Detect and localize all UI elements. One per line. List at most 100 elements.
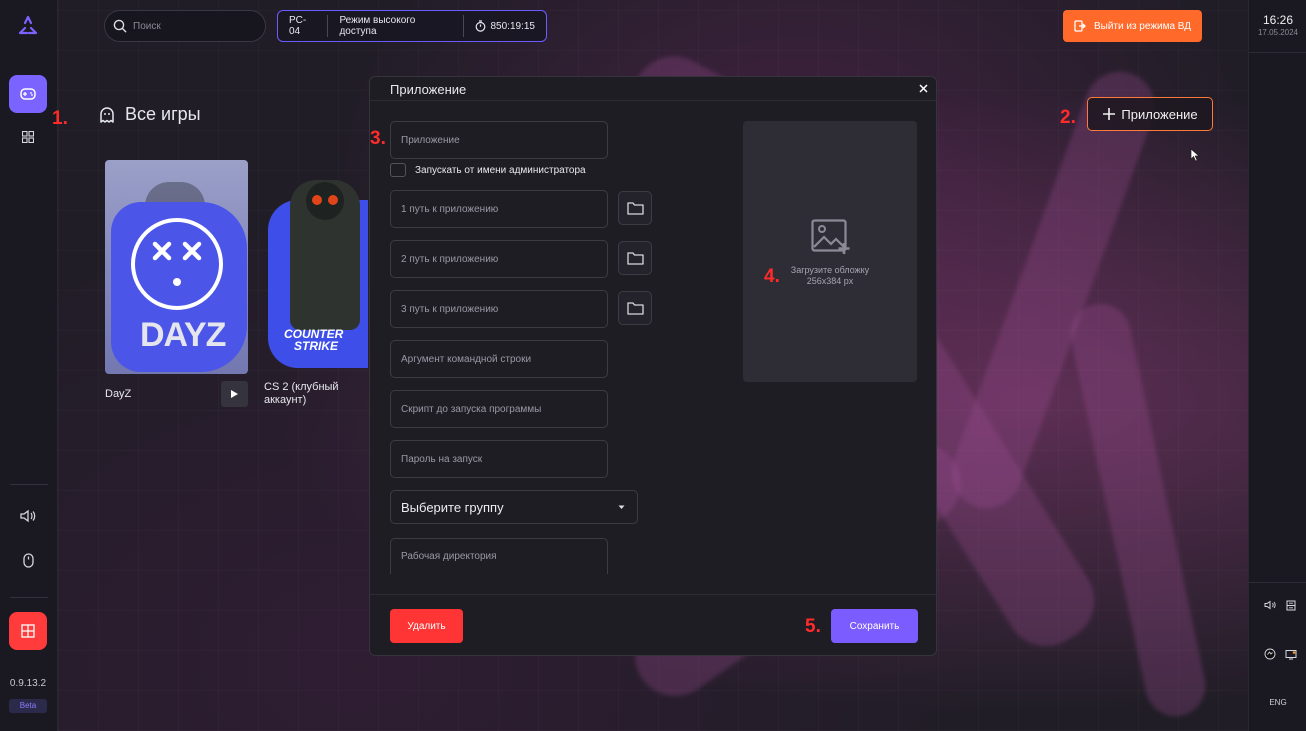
chevron-down-icon <box>618 505 625 509</box>
clock-date: 17.05.2024 <box>1257 28 1299 37</box>
app-name-field[interactable] <box>390 121 608 159</box>
play-button[interactable] <box>221 381 248 407</box>
clock-time: 16:26 <box>1262 13 1294 27</box>
workdir-input[interactable] <box>401 551 607 562</box>
args-input[interactable] <box>401 353 607 365</box>
folder-icon <box>626 252 644 265</box>
app-version: 0.9.13.2 <box>9 678 47 689</box>
game-card-cs2[interactable]: COUNTER STRIKE <box>268 160 368 374</box>
search-box[interactable] <box>104 10 266 42</box>
path-3-input[interactable] <box>401 303 607 315</box>
add-image-icon <box>811 219 850 254</box>
windows-icon <box>21 624 35 638</box>
run-as-admin-label: Запускать от имени администратора <box>415 164 586 176</box>
rightbar-divider <box>1249 582 1306 583</box>
nav-apps-button[interactable] <box>9 118 47 156</box>
screen-icon <box>1285 649 1297 659</box>
add-application-label: Приложение <box>1121 106 1198 122</box>
path-1-input[interactable] <box>401 203 607 215</box>
app-logo-icon <box>18 15 38 35</box>
dayz-face-icon <box>131 218 223 310</box>
tray-screen-button[interactable] <box>1284 647 1298 661</box>
session-status-bar: PC-04 Режим высокого доступа 850:19:15 <box>277 10 547 42</box>
save-button[interactable]: Сохранить <box>831 609 918 643</box>
exit-icon <box>1074 20 1086 32</box>
sidebar-divider <box>10 597 48 598</box>
path-3-field[interactable] <box>390 290 608 328</box>
cs2-gasmask-art <box>306 182 344 220</box>
cs2-cover-word: COUNTER STRIKE <box>284 327 344 353</box>
search-input[interactable] <box>133 20 253 32</box>
windows-button[interactable] <box>9 612 47 650</box>
gamepad-icon <box>20 88 36 100</box>
browse-path-3-button[interactable] <box>618 291 652 325</box>
speaker-icon <box>1264 600 1276 610</box>
mouse-button[interactable] <box>9 541 47 579</box>
exit-high-access-button[interactable]: Выйти из режима ВД <box>1063 10 1202 42</box>
game-name-dayz: DayZ <box>105 388 132 400</box>
mouse-cursor-icon <box>1190 148 1200 162</box>
rightbar-divider <box>1249 52 1306 53</box>
cover-upload-area[interactable]: Загрузите обложку 256x384 px <box>743 121 917 382</box>
game-name-cs2: CS 2 (клубный аккаунт) <box>264 381 339 406</box>
session-timer: 850:19:15 <box>464 11 547 41</box>
beta-badge: Beta <box>9 699 47 713</box>
ghost-icon <box>100 106 114 123</box>
delete-button[interactable]: Удалить <box>390 609 463 643</box>
browse-path-1-button[interactable] <box>618 191 652 225</box>
tray-app-button[interactable] <box>1263 647 1277 661</box>
run-as-admin-checkbox[interactable] <box>390 163 406 177</box>
app-name-input[interactable] <box>401 134 607 146</box>
search-icon <box>113 19 127 33</box>
group-select[interactable]: Выберите группу <box>390 490 638 524</box>
script-field[interactable] <box>390 390 608 428</box>
path-2-input[interactable] <box>401 253 607 265</box>
modal-footer-divider <box>370 594 936 595</box>
browse-path-2-button[interactable] <box>618 241 652 275</box>
marker-3: 3. <box>370 128 386 149</box>
add-application-button[interactable]: Приложение <box>1087 97 1213 131</box>
password-input[interactable] <box>401 453 607 465</box>
mouse-icon <box>22 552 34 568</box>
grid-icon <box>22 131 34 143</box>
game-card-dayz[interactable]: DAYZ <box>105 160 248 374</box>
page-title-text: Все игры <box>125 104 201 124</box>
close-icon <box>918 83 928 93</box>
path-2-field[interactable] <box>390 240 608 278</box>
pc-name: PC-04 <box>289 15 307 37</box>
marker-2: 2. <box>1060 107 1076 128</box>
page-title: Все игры <box>98 104 201 125</box>
right-sidebar: 16:26 17.05.2024 ENG <box>1248 0 1306 731</box>
workdir-field[interactable] <box>390 538 608 574</box>
args-field[interactable] <box>390 340 608 378</box>
speaker-icon <box>20 509 36 523</box>
exit-button-label: Выйти из режима ВД <box>1093 20 1192 32</box>
left-sidebar: 0.9.13.2 Beta <box>0 0 58 731</box>
folder-icon <box>626 302 644 315</box>
marker-5: 5. <box>805 616 821 637</box>
run-as-admin-row[interactable]: Запускать от имени администратора <box>390 163 586 177</box>
access-mode: Режим высокого доступа <box>339 15 416 37</box>
application-modal: Приложение 3. Запускать от имени админис… <box>369 76 937 656</box>
stopwatch-icon <box>475 20 485 32</box>
marker-1: 1. <box>52 108 68 129</box>
session-timer-value: 850:19:15 <box>490 20 536 32</box>
tray-document-button[interactable] <box>1284 598 1298 612</box>
dayz-cover-word: DAYZ <box>140 316 226 354</box>
document-icon <box>1286 600 1296 610</box>
play-icon <box>231 390 238 398</box>
modal-title: Приложение <box>390 82 467 97</box>
modal-header-divider <box>370 100 936 101</box>
marker-4: 4. <box>764 266 780 287</box>
folder-icon <box>626 202 644 215</box>
sidebar-divider <box>10 484 48 485</box>
nav-games-button[interactable] <box>9 75 47 113</box>
tray-volume-button[interactable] <box>1263 598 1277 612</box>
script-input[interactable] <box>401 403 607 415</box>
password-field[interactable] <box>390 440 608 478</box>
app-tray-icon <box>1264 648 1276 660</box>
language-indicator[interactable]: ENG <box>1249 698 1306 707</box>
volume-button[interactable] <box>9 497 47 535</box>
modal-close-button[interactable] <box>916 81 930 95</box>
path-1-field[interactable] <box>390 190 608 228</box>
